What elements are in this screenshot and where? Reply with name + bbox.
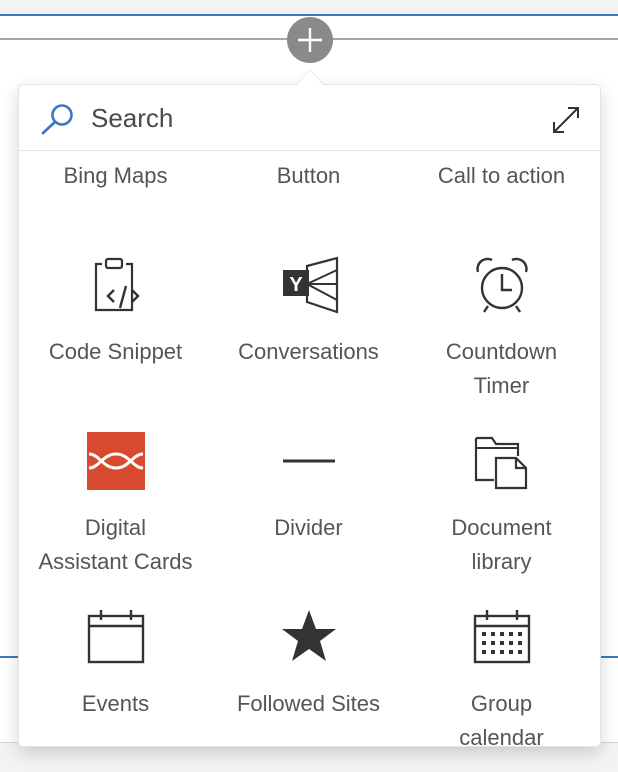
webpart-label: Document bbox=[451, 515, 552, 540]
countdown-timer-icon bbox=[475, 257, 528, 313]
section-top-border bbox=[0, 14, 618, 16]
expand-icon[interactable] bbox=[551, 105, 581, 135]
webpart-label: Assistant Cards bbox=[38, 549, 193, 574]
webpart-label: calendar bbox=[459, 725, 544, 746]
webpart-document-library[interactable]: Document library bbox=[405, 427, 598, 587]
webpart-label: Timer bbox=[473, 373, 530, 398]
webpart-countdown-timer[interactable]: Countdown Timer bbox=[405, 251, 598, 411]
digital-assistant-cards-icon bbox=[86, 432, 145, 490]
divider-icon bbox=[282, 459, 335, 463]
yammer-letter: Y bbox=[289, 274, 303, 296]
search-icon bbox=[41, 104, 73, 135]
code-snippet-icon bbox=[94, 257, 140, 312]
group-calendar-icon bbox=[473, 610, 530, 664]
page-canvas: Bing Maps Button Call to action bbox=[0, 0, 618, 772]
webpart-label: Digital bbox=[84, 515, 147, 540]
webpart-divider[interactable]: Divider bbox=[212, 427, 405, 587]
webpart-toolbox-panel: Bing Maps Button Call to action bbox=[19, 85, 600, 746]
bottom-strip bbox=[0, 742, 618, 772]
webpart-label: Button bbox=[276, 163, 341, 188]
webpart-digital-assistant-cards[interactable]: Digital Assistant Cards bbox=[19, 427, 212, 587]
webpart-bing-maps[interactable]: Bing Maps bbox=[19, 151, 212, 231]
events-icon bbox=[87, 610, 144, 664]
webpart-label: Bing Maps bbox=[63, 163, 168, 188]
top-strip bbox=[0, 0, 618, 14]
document-library-icon bbox=[474, 436, 527, 490]
webpart-label: Events bbox=[81, 691, 150, 716]
webpart-label: Divider bbox=[274, 515, 343, 540]
add-webpart-button[interactable] bbox=[287, 17, 333, 63]
webpart-label: library bbox=[471, 549, 532, 574]
followed-sites-icon bbox=[281, 610, 336, 661]
webpart-events[interactable]: Events bbox=[19, 603, 212, 746]
webpart-label: Countdown bbox=[445, 339, 558, 364]
webpart-call-to-action[interactable]: Call to action bbox=[405, 151, 598, 231]
webpart-grid: Bing Maps Button Call to action Code Sni… bbox=[19, 151, 600, 746]
webpart-label: Group bbox=[470, 691, 533, 716]
webpart-followed-sites[interactable]: Followed Sites bbox=[212, 603, 405, 746]
search-input[interactable] bbox=[89, 97, 523, 139]
search-row bbox=[19, 85, 600, 151]
webpart-code-snippet[interactable]: Code Snippet bbox=[19, 251, 212, 411]
webpart-label: Conversations bbox=[238, 339, 379, 364]
webpart-label: Followed Sites bbox=[236, 691, 381, 716]
panel-pointer bbox=[296, 70, 324, 86]
webpart-label: Call to action bbox=[437, 163, 566, 188]
webpart-group-calendar[interactable]: Group calendar bbox=[405, 603, 598, 746]
webpart-conversations[interactable]: Y Conversations bbox=[212, 251, 405, 411]
conversations-icon: Y bbox=[282, 256, 338, 314]
webpart-label: Code Snippet bbox=[48, 339, 183, 364]
webpart-button[interactable]: Button bbox=[212, 151, 405, 231]
add-icon bbox=[298, 28, 322, 52]
